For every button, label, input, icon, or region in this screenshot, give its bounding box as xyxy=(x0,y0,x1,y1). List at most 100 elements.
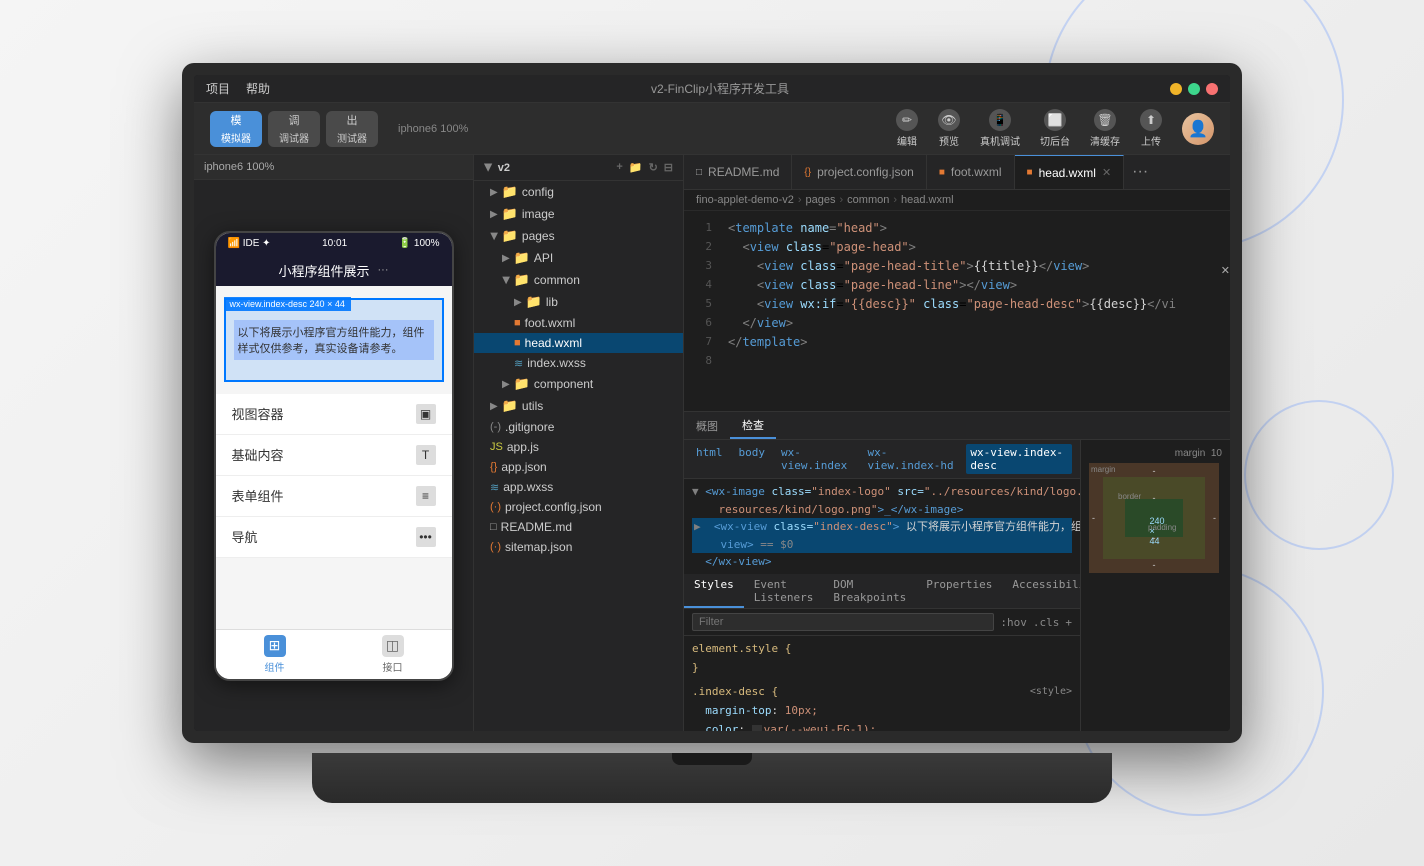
mode-debug-button[interactable]: 调 调试器 xyxy=(268,111,320,147)
filter-add-style[interactable]: + xyxy=(1065,616,1072,629)
subtab-dom-breakpoints[interactable]: DOM Breakpoints xyxy=(823,574,916,608)
filter-pseudo-hover[interactable]: :hov xyxy=(1000,616,1027,629)
tree-item-api[interactable]: ▶ 📁 API xyxy=(474,247,683,269)
menu-item-help[interactable]: 帮助 xyxy=(246,80,270,97)
tab-readme[interactable]: □ README.md xyxy=(684,155,792,189)
subtab-event-listeners[interactable]: Event Listeners xyxy=(744,574,824,608)
tab-close-head-wxml[interactable]: ✕ xyxy=(1102,166,1111,179)
tree-item-app-wxss[interactable]: ≋ app.wxss xyxy=(474,477,683,497)
tree-item-image[interactable]: ▶ 📁 image xyxy=(474,203,683,225)
code-line-4: <view class="page-head-line"></view> xyxy=(728,276,1230,295)
dom-tag-wx-view-index-desc[interactable]: wx-view.index-desc xyxy=(966,444,1072,474)
device-debug-icon: 📱 xyxy=(989,109,1011,131)
win-maximize[interactable] xyxy=(1188,83,1200,95)
list-item-basic-content[interactable]: 基础内容 T xyxy=(216,435,452,476)
mode-test-button[interactable]: 出 测试器 xyxy=(326,111,378,147)
tree-item-app-json[interactable]: {} app.json xyxy=(474,457,683,477)
tab-more-button[interactable]: ··· xyxy=(1124,163,1156,181)
tree-item-project-config[interactable]: (·) project.config.json xyxy=(474,497,683,517)
ide-toolbar: 模 模拟器 调 调试器 出 测试器 iphone6 100% xyxy=(194,103,1230,155)
mode-test-label: 测试器 xyxy=(337,130,367,145)
tree-item-gitignore[interactable]: (-) .gitignore xyxy=(474,417,683,437)
menu-item-project[interactable]: 项目 xyxy=(206,80,230,97)
list-item-form[interactable]: 表单组件 ≡ xyxy=(216,476,452,517)
tree-item-common[interactable]: ▶ 📁 common xyxy=(474,269,683,291)
dom-tag-body[interactable]: body xyxy=(735,444,770,474)
bm-border: border padding 240 × 44 xyxy=(1103,477,1205,559)
filetree-add-folder[interactable]: 📁 xyxy=(629,161,643,174)
subtab-accessibility[interactable]: Accessibility xyxy=(1002,574,1080,608)
index-wxss-icon: ≋ xyxy=(514,357,523,370)
dom-tag-wx-view-index[interactable]: wx-view.index xyxy=(777,444,856,474)
subtab-styles[interactable]: Styles xyxy=(684,574,744,608)
toolbar-background[interactable]: ⬜ 切后台 xyxy=(1040,109,1070,148)
css-selector-element: element.style { xyxy=(692,642,791,655)
tree-item-config[interactable]: ▶ 📁 config xyxy=(474,181,683,203)
toolbar-edit[interactable]: ✏ 编辑 xyxy=(896,109,918,148)
dom-tag-wx-view-index-hd[interactable]: wx-view.index-hd xyxy=(864,444,959,474)
head-wxml-tab-icon: ■ xyxy=(1027,167,1033,178)
phone-nav-item-api[interactable]: ◫ 接口 xyxy=(334,630,452,679)
pages-folder-icon: 📁 xyxy=(502,228,518,244)
filetree-collapse[interactable]: ⊟ xyxy=(664,161,673,174)
filetree-panel: ▶ v2 + 📁 ↻ ⊟ ▶ 📁 config xyxy=(474,155,684,731)
code-line-3: <view class="page-head-title">{{title}}<… xyxy=(728,257,1230,276)
tree-item-component[interactable]: ▶ 📁 component xyxy=(474,373,683,395)
filetree-refresh[interactable]: ↻ xyxy=(649,161,658,174)
tree-item-readme[interactable]: □ README.md xyxy=(474,517,683,537)
tree-item-index-wxss[interactable]: ≋ index.wxss xyxy=(474,353,683,373)
css-rule-index-desc: .index-desc { <style> margin-top: 10px; … xyxy=(692,683,1072,731)
tree-item-head-wxml[interactable]: ■ head.wxml xyxy=(474,333,683,353)
dom-tree: ▼ <wx-image class="index-logo" src="../r… xyxy=(684,479,1080,574)
laptop-screen-bezel: 项目 帮助 v2-FinClip小程序开发工具 模 模拟器 调 xyxy=(182,63,1242,743)
bm-margin-right: - xyxy=(1213,513,1216,523)
tree-item-foot-wxml[interactable]: ■ foot.wxml xyxy=(474,313,683,333)
styles-filter-input[interactable] xyxy=(692,613,994,631)
dom-tag-html[interactable]: html xyxy=(692,444,727,474)
project-config-tab-label: project.config.json xyxy=(817,165,914,179)
line-num-8: 8 xyxy=(684,352,712,371)
line-num-4: 4 xyxy=(684,276,712,295)
toolbar-preview[interactable]: 👁 预览 xyxy=(938,109,960,148)
tree-item-lib[interactable]: ▶ 📁 lib xyxy=(474,291,683,313)
foot-wxml-icon: ■ xyxy=(514,317,521,329)
mode-simulator-button[interactable]: 模 模拟器 xyxy=(210,111,262,147)
devtools-tab-elements[interactable]: 检查 xyxy=(730,412,776,439)
tree-item-utils[interactable]: ▶ 📁 utils xyxy=(474,395,683,417)
win-minimize[interactable] xyxy=(1170,83,1182,95)
tab-foot-wxml[interactable]: ■ foot.wxml xyxy=(927,155,1015,189)
devtools-tab-preview[interactable]: 概图 xyxy=(684,412,730,439)
list-item-nav[interactable]: 导航 ••• xyxy=(216,517,452,558)
list-item-label-1: 基础内容 xyxy=(232,445,284,464)
readme-tab-icon: □ xyxy=(696,167,702,178)
toolbar-clear-cache[interactable]: 🗑 清缓存 xyxy=(1090,109,1120,148)
toolbar-upload[interactable]: ⬆ 上传 xyxy=(1140,109,1162,148)
tab-project-config[interactable]: {} project.config.json xyxy=(792,155,926,189)
foot-wxml-tab-label: foot.wxml xyxy=(951,165,1002,179)
toolbar-device-debug[interactable]: 📱 真机调试 xyxy=(980,109,1020,148)
filetree-root-label: v2 xyxy=(498,162,510,174)
phone-nav-item-component[interactable]: ⊞ 组件 xyxy=(216,630,334,679)
filetree-add-file[interactable]: + xyxy=(616,161,622,174)
phone-app-title: 小程序组件展示 xyxy=(278,261,369,280)
breadcrumb-1: pages xyxy=(806,194,836,206)
project-config-icon: (·) xyxy=(490,501,501,513)
phone-nav-header: 小程序组件展示 ··· ✕ xyxy=(216,255,452,286)
code-editor[interactable]: 1 2 3 4 5 6 7 8 <templa xyxy=(684,211,1230,411)
readme-label: README.md xyxy=(501,520,572,534)
subtab-properties[interactable]: Properties xyxy=(916,574,1002,608)
phone-nav-more[interactable]: ··· xyxy=(378,264,389,276)
user-avatar[interactable]: 👤 xyxy=(1182,113,1214,145)
filter-pseudo-cls[interactable]: .cls xyxy=(1033,616,1060,629)
win-close[interactable] xyxy=(1206,83,1218,95)
tab-head-wxml[interactable]: ■ head.wxml ✕ xyxy=(1015,155,1125,189)
device-name: iphone6 100% xyxy=(204,161,274,173)
tree-item-pages[interactable]: ▶ 📁 pages xyxy=(474,225,683,247)
clear-cache-label: 清缓存 xyxy=(1090,133,1120,148)
list-item-view-container[interactable]: 视图容器 ▣ xyxy=(216,394,452,435)
code-line-5: <view wx:if="{{desc}}" class="page-head-… xyxy=(728,295,1230,314)
component-label: component xyxy=(534,377,593,391)
tree-item-app-js[interactable]: JS app.js xyxy=(474,437,683,457)
tree-item-sitemap[interactable]: (·) sitemap.json xyxy=(474,537,683,557)
bm-border-bottom: - xyxy=(1153,533,1156,543)
